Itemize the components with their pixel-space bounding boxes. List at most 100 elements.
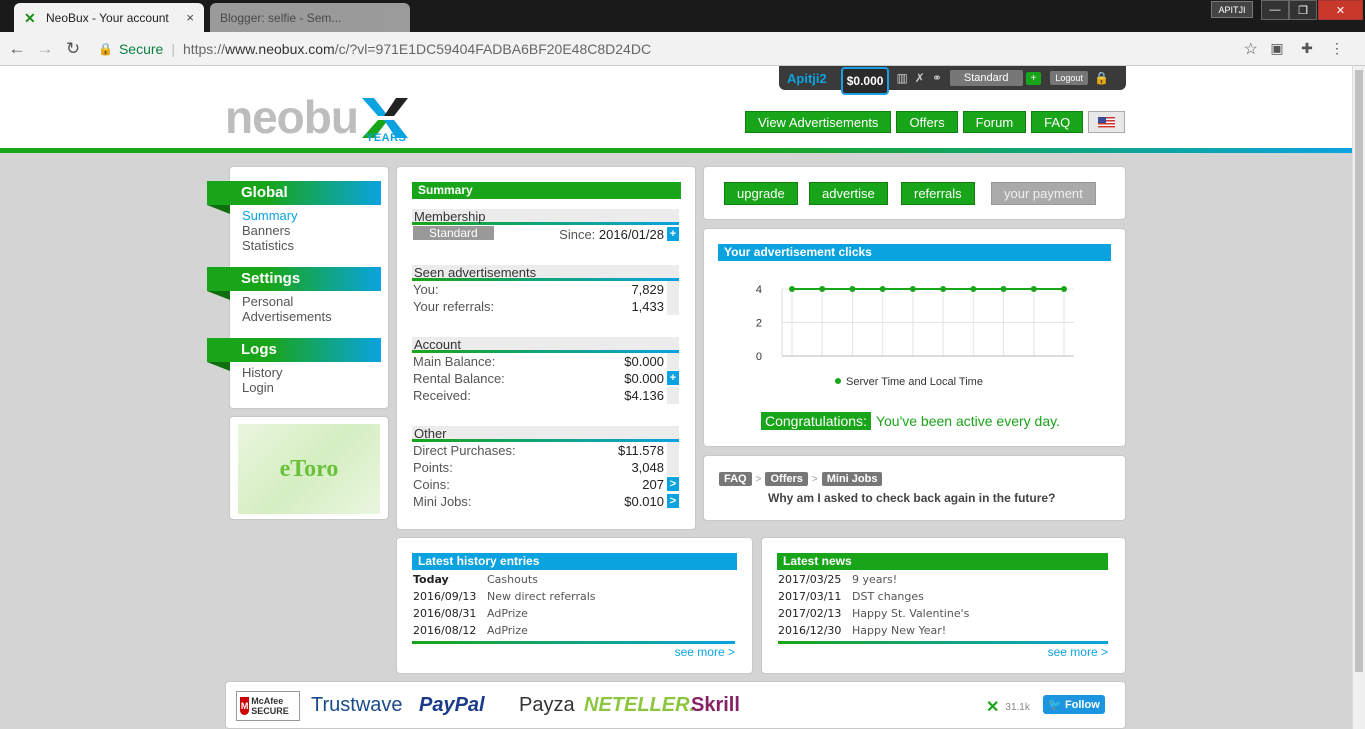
list-item[interactable]: 2017/03/25 9 years! [778, 571, 969, 588]
scrollbar-thumb[interactable] [1355, 70, 1363, 672]
tab-title: NeoBux - Your account [46, 10, 169, 25]
page-scrollbar[interactable] [1352, 66, 1365, 729]
minimize-icon[interactable]: — [1261, 0, 1289, 20]
history-divider [412, 641, 735, 644]
group-heading: Account [412, 337, 679, 353]
news-divider [778, 641, 1108, 644]
extension-chart-icon[interactable]: ▣ [1266, 40, 1288, 57]
username-link[interactable]: Apitji2 [787, 71, 827, 86]
faq-breadcrumb: FAQ > Offers > Mini Jobs [719, 472, 883, 486]
your-payment-button[interactable]: your payment [991, 182, 1096, 205]
faq-button[interactable]: FAQ [1031, 111, 1084, 133]
referrals-button[interactable]: referrals [901, 182, 975, 205]
since-label: Since: [559, 227, 596, 242]
seen-row-referrals: Your referrals: 1,433 [412, 298, 679, 315]
trustwave-logo[interactable]: Trustwave [311, 694, 403, 717]
bookmark-star-icon[interactable]: ☆ [1244, 39, 1258, 59]
back-icon[interactable]: ← [6, 39, 28, 59]
history-see-more-link[interactable]: see more > [675, 645, 735, 659]
rental-plus-button[interactable]: + [667, 371, 679, 385]
site-header [0, 66, 1352, 148]
url-field[interactable]: 🔒 Secure | https://www.neobux.com/c/?vl=… [98, 37, 1258, 61]
tools-icon[interactable]: ✗ [915, 71, 925, 85]
window-close-icon[interactable]: ✕ [1318, 0, 1363, 20]
balance-display[interactable]: $0.000 [840, 67, 890, 95]
reload-icon[interactable]: ↻ [62, 39, 84, 59]
account-group: Account Main Balance: $0.000 Rental Balan… [412, 337, 679, 404]
list-item[interactable]: 2016/12/30 Happy New Year! [778, 622, 969, 639]
main-nav: View Advertisements Offers Forum FAQ [745, 111, 1126, 133]
chevron-right-icon: > [755, 473, 762, 485]
extensions-puzzle-icon[interactable]: ✚ [1296, 40, 1318, 57]
neobux-favicon-icon: ✕ [24, 9, 36, 26]
upgrade-plus-button[interactable]: + [1025, 71, 1042, 85]
coins-arrow-button[interactable]: > [667, 477, 679, 491]
advertise-button[interactable]: advertise [809, 182, 888, 205]
language-button[interactable] [1088, 111, 1126, 133]
membership-row: Standard Since: 2016/01/28 + [412, 226, 679, 243]
forum-button[interactable]: Forum [962, 111, 1027, 133]
actions-panel: upgrade advertise referrals your payment [703, 166, 1126, 220]
sidebar-item-history[interactable]: History [242, 365, 282, 380]
paypal-logo[interactable]: PayPal [419, 694, 485, 717]
account-row-main: Main Balance: $0.000 [412, 353, 679, 370]
skrill-logo[interactable]: Skrill [691, 694, 740, 717]
faq-question[interactable]: Why am I asked to check back again in th… [768, 491, 1055, 505]
payment-footer: M McAfee SECURE Trustwave PayPal Payza N… [225, 681, 1126, 729]
lock-icon[interactable]: 🔒 [1094, 71, 1109, 85]
ad-clicks-panel: Your advertisement clicks 0 2 4 Server Time… [703, 228, 1126, 447]
offers-button[interactable]: Offers [896, 111, 958, 133]
sidebar-item-advertisements[interactable]: Advertisements [242, 309, 332, 324]
browser-tab-bar: ✕ NeoBux - Your account × Blogger: selfi… [0, 0, 1365, 32]
link-icon[interactable]: ⚭ [932, 71, 942, 85]
sidebar-item-login[interactable]: Login [242, 380, 274, 395]
sidebar-heading-global: Global [207, 181, 381, 214]
data-point [940, 286, 947, 292]
sidebar-item-summary[interactable]: Summary [242, 208, 298, 223]
news-see-more-link[interactable]: see more > [1048, 645, 1108, 659]
browser-tab-neobux[interactable]: ✕ NeoBux - Your account × [14, 3, 204, 32]
page-content: neobu YEARS Apitji2 $0.000 ▥ ✗ ⚭ Standar… [0, 66, 1352, 729]
neteller-logo[interactable]: NETELLER. [584, 694, 695, 717]
sidebar-item-personal[interactable]: Personal [242, 294, 293, 309]
etoro-banner[interactable]: eToro [229, 416, 389, 520]
news-title: Latest news [777, 553, 1108, 570]
list-item: 2016/08/12 AdPrize [413, 624, 528, 637]
profile-chip[interactable]: APITJI [1211, 1, 1253, 18]
tab-close-icon[interactable]: × [186, 10, 194, 25]
lock-icon: 🔒 [98, 41, 113, 56]
forward-icon[interactable]: → [34, 39, 56, 59]
crumb-minijobs[interactable]: Mini Jobs [821, 472, 883, 486]
account-topbar: Apitji2 $0.000 ▥ ✗ ⚭ Standard + Logout 🔒 [779, 66, 1126, 95]
membership-badge[interactable]: Standard [949, 70, 1023, 86]
list-item[interactable]: 2017/03/11 DST changes [778, 588, 969, 605]
membership-group: Membership Standard Since: 2016/01/28 + [412, 209, 679, 243]
address-bar: ← → ↻ 🔒 Secure | https://www.neobux.com/… [0, 32, 1365, 66]
membership-plus-button[interactable]: + [667, 227, 679, 241]
logout-button[interactable]: Logout [1050, 71, 1088, 85]
browser-tab-blogger[interactable]: Blogger: selfie - Sem... [210, 3, 410, 32]
maximize-icon[interactable]: ❐ [1289, 0, 1317, 20]
payza-logo[interactable]: Payza [519, 694, 575, 717]
neobux-logo[interactable]: neobu [225, 90, 359, 144]
news-panel: Latest news 2017/03/25 9 years! 2017/03/1… [761, 537, 1126, 674]
history-list: Today Cashouts 2016/09/13 New direct refer… [413, 571, 596, 639]
ad-clicks-title: Your advertisement clicks [718, 244, 1111, 261]
minijobs-arrow-button[interactable]: > [667, 494, 679, 508]
crumb-offers[interactable]: Offers [765, 472, 808, 486]
list-item[interactable]: 2017/02/13 Happy St. Valentine's [778, 605, 969, 622]
mcafee-logo[interactable]: M McAfee SECURE [236, 691, 300, 721]
twitter-bird-icon: 🐦 [1048, 699, 1062, 711]
data-point [1061, 286, 1067, 292]
sidebar-item-banners[interactable]: Banners [242, 223, 290, 238]
upgrade-button[interactable]: upgrade [724, 182, 798, 205]
stats-bars-icon[interactable]: ▥ [896, 71, 907, 85]
data-point [909, 286, 916, 292]
view-advertisements-button[interactable]: View Advertisements [745, 111, 892, 133]
group-heading: Membership [412, 209, 679, 225]
sidebar-heading-logs: Logs [207, 338, 381, 371]
twitter-follow-button[interactable]: 🐦 Follow [1043, 695, 1105, 714]
menu-dots-icon[interactable]: ⋮ [1326, 40, 1348, 57]
sidebar-item-statistics[interactable]: Statistics [242, 238, 294, 253]
crumb-faq[interactable]: FAQ [719, 472, 752, 486]
